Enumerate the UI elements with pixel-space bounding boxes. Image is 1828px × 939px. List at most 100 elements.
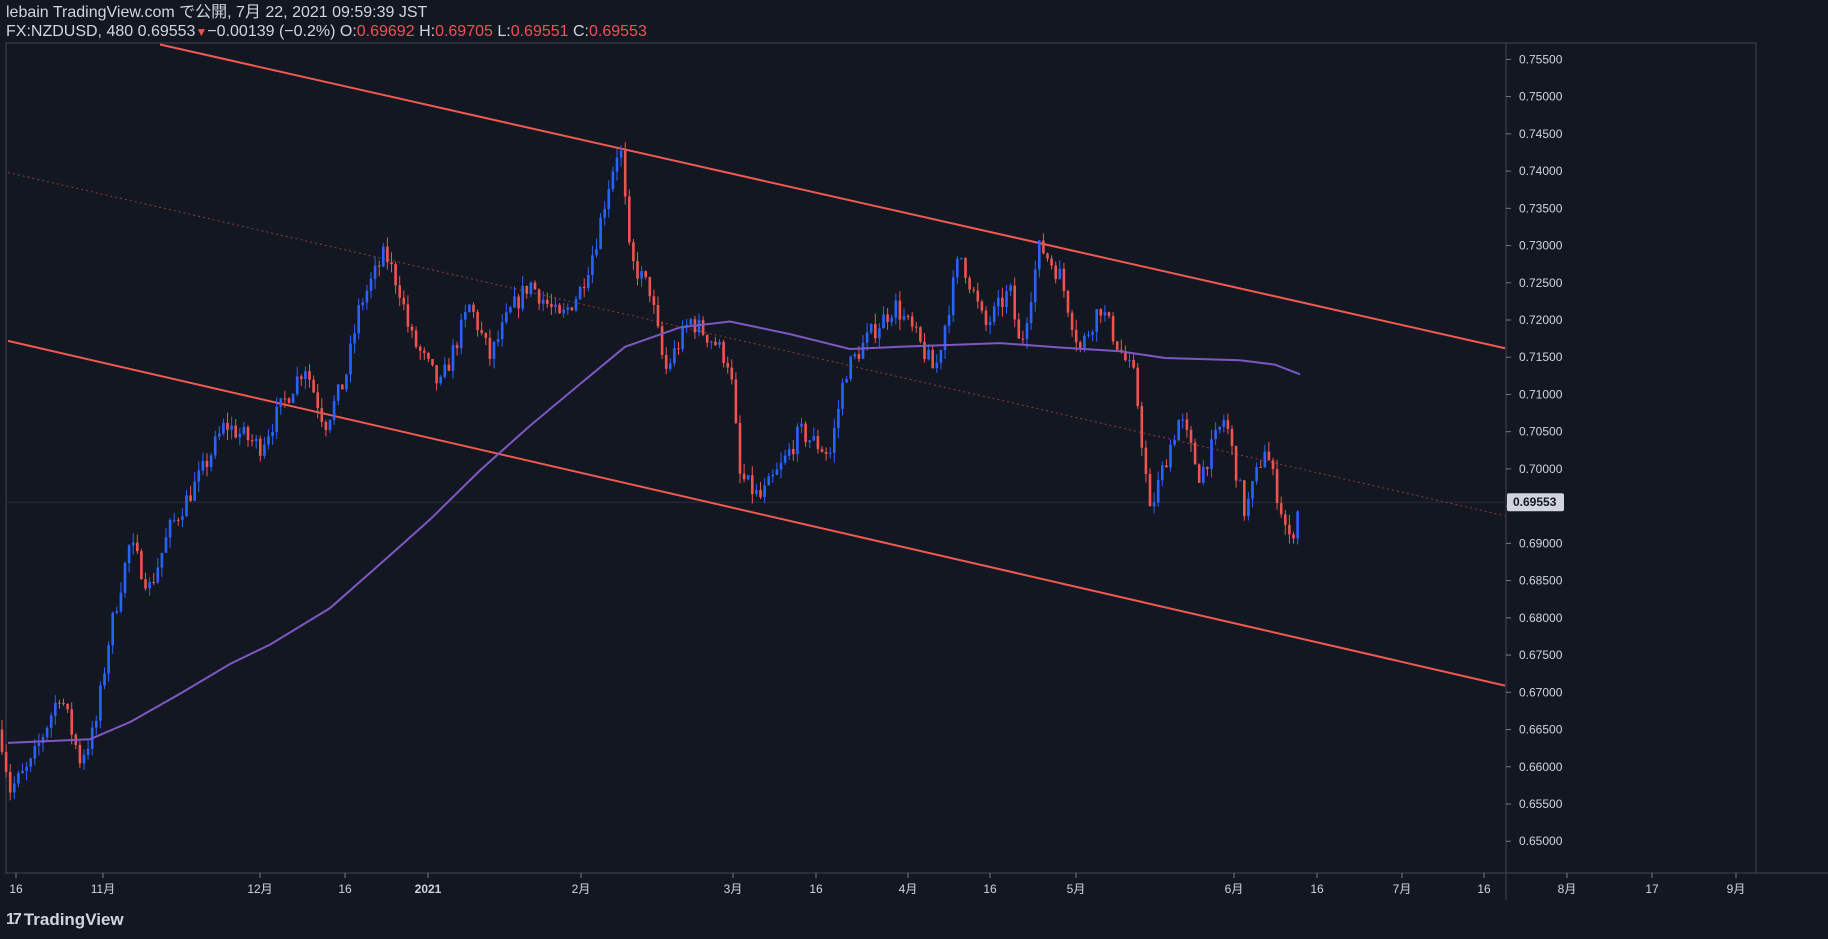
y-tick-label: 0.67000: [1519, 685, 1563, 699]
y-tick-label: 0.70500: [1519, 425, 1563, 439]
candle-body: [939, 350, 943, 363]
candle-body: [853, 354, 857, 357]
candle-body: [1103, 312, 1107, 316]
y-tick-label: 0.74000: [1519, 164, 1563, 178]
candle-body: [968, 277, 971, 290]
candle-body: [570, 307, 574, 311]
candle-body: [386, 246, 389, 263]
candle-body: [275, 406, 278, 432]
price-axis[interactable]: 0.75500 0.75000 0.74500 0.74000 0.73500 0.730…: [1506, 52, 1563, 848]
candle-body: [923, 341, 926, 360]
candle-body: [779, 462, 783, 470]
candle-body: [1083, 335, 1086, 348]
x-tick-label: 16: [809, 882, 823, 896]
candle-body: [230, 425, 233, 430]
candle-body: [451, 345, 455, 371]
x-tick-label: 16: [1310, 882, 1324, 896]
candle-body: [316, 392, 319, 409]
tradingview-logo-icon: 17: [6, 911, 22, 928]
price-chart[interactable]: 0.75500 0.75000 0.74500 0.74000 0.73500 0.730…: [0, 0, 1828, 939]
candle-body: [54, 702, 57, 716]
candle-body: [927, 349, 930, 360]
candle-body: [1079, 342, 1082, 348]
candle-body: [361, 302, 365, 306]
candle-body: [919, 327, 922, 342]
y-tick-label: 0.72000: [1519, 313, 1563, 327]
candle-body: [246, 427, 250, 441]
y-tick-label: 0.68000: [1519, 611, 1563, 625]
candle-body: [1025, 323, 1029, 339]
candle-body: [857, 354, 861, 359]
brand-footer[interactable]: 17 TradingView: [6, 910, 124, 930]
candle-body: [37, 743, 41, 747]
candle-body: [177, 519, 180, 521]
candle-body: [115, 611, 119, 613]
candle-body: [345, 374, 348, 390]
candle-body: [611, 171, 615, 190]
candle-body: [1234, 445, 1238, 481]
candle-body: [1140, 406, 1144, 448]
candle-body: [615, 157, 619, 172]
y-tick-label: 0.66500: [1519, 723, 1563, 737]
candle-body: [1107, 312, 1111, 317]
candle-body: [664, 354, 668, 369]
brand-name: TradingView: [23, 910, 124, 929]
candle-body: [1111, 316, 1115, 342]
candle-body: [164, 537, 168, 553]
candle-body: [222, 422, 225, 434]
candle-body: [377, 265, 381, 267]
candle-body: [730, 367, 734, 380]
candle-body: [845, 379, 848, 383]
candle-body: [332, 400, 336, 420]
y-tick-label: 0.67500: [1519, 648, 1563, 662]
candle-body: [509, 307, 512, 313]
channel-middle-line[interactable]: [7, 172, 1506, 517]
candle-body: [521, 285, 524, 309]
candle-body: [1001, 297, 1004, 307]
candle-body: [13, 783, 16, 793]
candle-body: [320, 408, 324, 422]
candle-body: [185, 495, 188, 517]
candle-body: [1284, 514, 1287, 525]
candle-body: [353, 333, 356, 344]
y-tick-label: 0.69000: [1519, 536, 1563, 550]
candle-body: [714, 341, 717, 345]
candle-body: [484, 332, 488, 338]
candle-body: [878, 328, 881, 339]
candle-body: [193, 481, 196, 501]
candle-body: [525, 285, 529, 294]
candle-body: [869, 323, 873, 333]
candle-body: [1230, 428, 1234, 446]
candle-body: [472, 304, 475, 312]
time-axis[interactable]: 16 11月 12月 16 2021 2月 3月 16 4月 16 5月 6月 16 7月 16 8月 17 9月: [9, 873, 1745, 896]
candle-body: [623, 150, 627, 197]
x-tick-label: 2月: [572, 882, 591, 896]
candle-body: [800, 423, 803, 427]
candle-body: [1243, 480, 1246, 517]
candle-body: [705, 334, 709, 343]
trend-channel[interactable]: [7, 43, 1506, 687]
candle-body: [1173, 440, 1176, 445]
candle-body: [439, 376, 442, 384]
candle-body: [906, 316, 910, 318]
candle-body: [21, 770, 24, 774]
candle-body: [816, 436, 820, 450]
y-tick-label: 0.73000: [1519, 239, 1563, 253]
candle-body: [578, 286, 582, 300]
candle-body: [652, 296, 656, 306]
candle-body: [1271, 460, 1275, 470]
candle-body: [336, 384, 340, 401]
candle-body: [1292, 534, 1295, 539]
candle-body: [394, 264, 397, 286]
candle-body: [849, 356, 852, 380]
candle-body: [910, 316, 914, 327]
candle-body: [517, 296, 520, 309]
candle-body: [943, 325, 947, 351]
candle-body: [402, 297, 406, 305]
candle-body: [152, 582, 155, 584]
candle-body: [1202, 466, 1205, 483]
candle-body: [513, 296, 516, 308]
candle-body: [1091, 331, 1094, 335]
candle-body: [1222, 420, 1226, 427]
candle-body: [1115, 341, 1119, 350]
